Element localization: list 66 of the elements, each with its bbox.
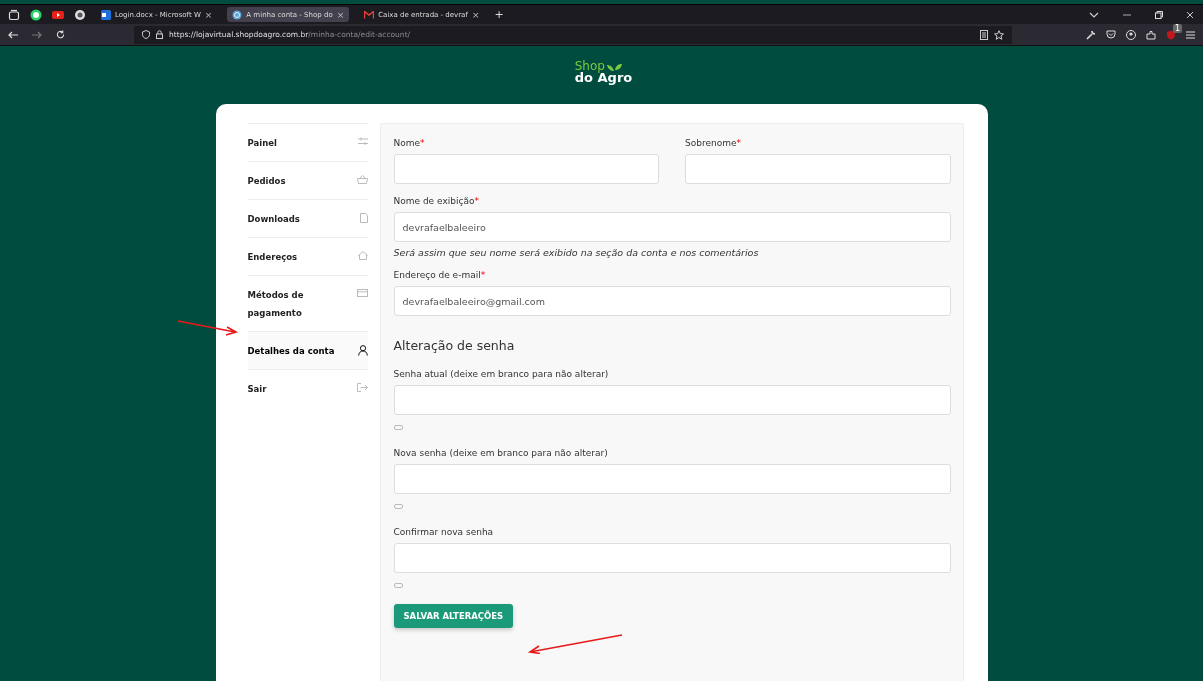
sidebar-item[interactable]: Downloads [247,199,368,237]
forward-arrow-icon[interactable] [32,30,42,39]
reload-icon[interactable] [56,30,65,39]
strength-indicator [393,504,403,509]
video-app-icon[interactable] [52,9,64,20]
extensions-icon[interactable] [1146,29,1156,40]
field-label: Sobrenome* [685,138,742,148]
close-icon[interactable] [1187,11,1193,18]
close-tab-icon[interactable]: × [204,9,213,20]
notification-badge: 1 [1172,23,1182,33]
leaf-icon [605,63,623,72]
text-field[interactable] [393,154,659,184]
strength-indicator [393,425,403,430]
globe-icon [232,9,243,20]
pocket-icon[interactable] [1106,30,1116,39]
field-hint: Será assim que seu nome será exibido na seção da conta e nos comentários [393,247,760,258]
field-label: Nome* [393,138,426,148]
password-field[interactable] [393,385,951,415]
logout-icon [356,383,368,392]
mail-icon [364,10,375,19]
site-logo[interactable]: Shop do Agro [574,60,633,84]
document-icon [101,9,111,20]
shield-icon [142,30,150,39]
basket-icon [356,175,368,184]
wrench-icon[interactable] [1086,29,1096,40]
strength-indicator [393,583,403,588]
tab-overview-icon[interactable] [8,8,20,21]
reader-view-icon[interactable] [980,29,988,40]
sidebar-item[interactable]: Pedidos [247,161,368,199]
password-field[interactable] [393,543,951,573]
sidebar-item[interactable]: Endereços [247,237,368,275]
back-arrow-icon[interactable] [8,30,18,39]
shield-extension-icon[interactable] [1166,29,1176,40]
chevron-down-icon[interactable] [1089,11,1099,18]
annotation-arrow [177,320,239,336]
account-icon[interactable] [1126,29,1136,40]
section-heading: Alteração de senha [393,338,516,353]
user-icon [357,345,368,356]
password-field[interactable] [393,464,951,494]
field-label: Senha atual (deixe em branco para não alterar) [393,369,610,379]
circle-app-icon[interactable] [74,8,86,21]
text-field[interactable] [685,154,951,184]
menu-icon[interactable] [1186,30,1195,39]
field-label: Confirmar nova senha [393,527,495,537]
save-button[interactable]: SALVAR ALTERAÇÕES [393,604,514,628]
star-icon[interactable] [994,29,1004,40]
field-label: Nome de exibição* [393,196,480,206]
sidebar-item[interactable]: Painel [247,123,368,161]
lock-icon [156,30,163,39]
field-label: Nova senha (deixe em branco para não alterar) [393,448,609,458]
close-tab-icon[interactable]: × [336,9,345,20]
close-tab-icon[interactable]: × [471,9,480,20]
sliders-icon [357,137,368,146]
minimize-icon[interactable] [1123,13,1131,16]
text-field[interactable]: devrafaelbaleeiro@gmail.com [393,286,951,316]
credit-card-icon [356,289,368,297]
sidebar-item[interactable]: Detalhes da conta [247,331,368,369]
new-tab-button[interactable]: + [494,8,504,21]
restore-icon[interactable] [1155,10,1163,19]
logo-text: Shop [574,60,605,72]
sidebar-item[interactable]: Sair [247,369,368,407]
home-icon [357,251,368,260]
field-label: Endereço de e-mail* [393,270,487,280]
text-field[interactable]: devrafaelbaleeiro [393,212,951,242]
file-icon [359,213,368,223]
chat-app-icon[interactable] [30,8,42,21]
